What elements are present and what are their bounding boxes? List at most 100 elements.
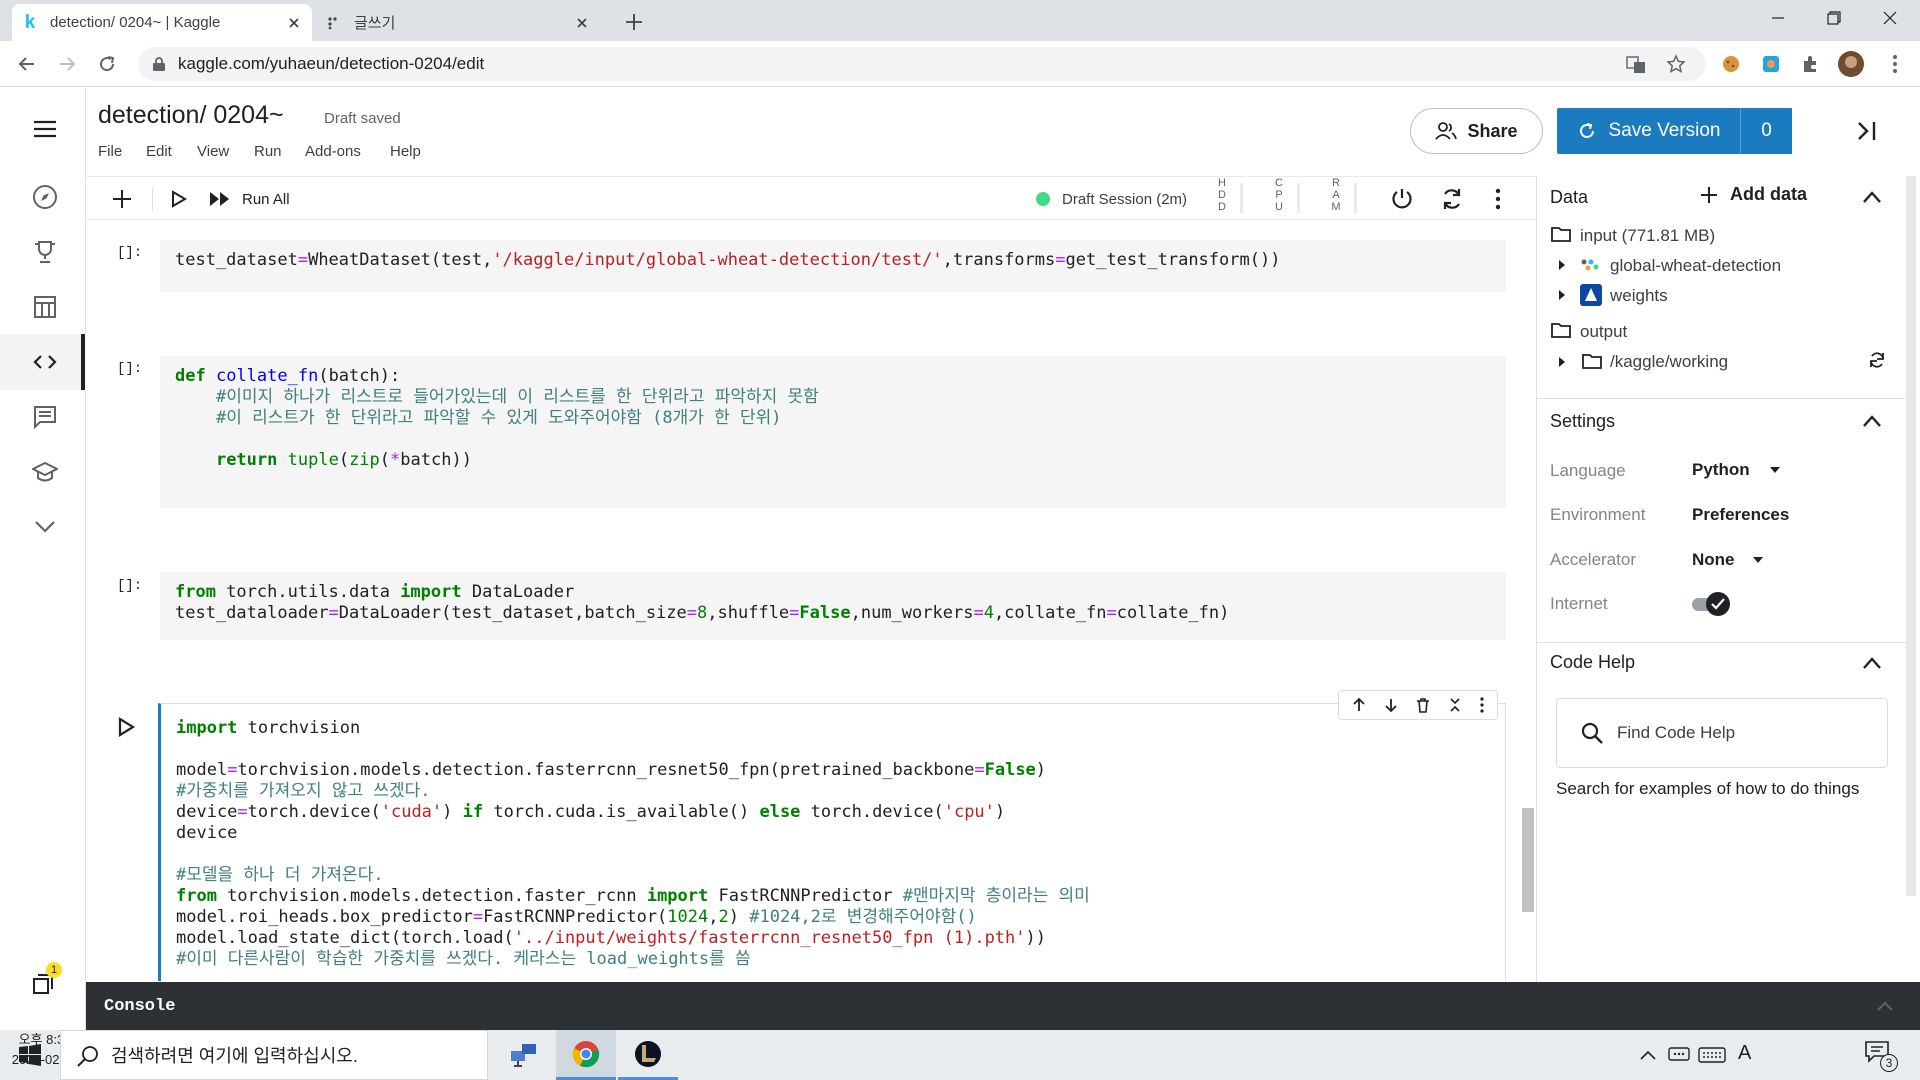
restart-button[interactable] xyxy=(1438,185,1466,213)
hdd-meter-label: H D D xyxy=(1218,177,1226,213)
run-active-cell-button[interactable] xyxy=(116,716,140,740)
internet-toggle[interactable] xyxy=(1692,592,1732,616)
refresh-icon[interactable] xyxy=(1868,351,1886,369)
active-code-cell[interactable]: import torchvision model=torchvision.mod… xyxy=(158,703,1506,981)
close-tab-icon[interactable] xyxy=(574,15,590,31)
input-folder-label[interactable]: input (771.81 MB) xyxy=(1580,226,1715,246)
window-close-button[interactable] xyxy=(1862,0,1918,36)
move-up-icon[interactable] xyxy=(1351,697,1367,713)
discussion-icon[interactable] xyxy=(28,400,62,434)
more-vertical-icon[interactable] xyxy=(1479,697,1485,713)
language-select[interactable]: Python xyxy=(1692,460,1780,480)
run-all-button[interactable]: Run All xyxy=(208,185,328,213)
notebook-scrollbar-thumb[interactable] xyxy=(1522,808,1534,912)
menu-help[interactable]: Help xyxy=(390,143,421,160)
chevron-up-icon[interactable] xyxy=(1862,414,1882,428)
minimize-button[interactable] xyxy=(1750,0,1806,36)
action-center-button[interactable]: 3 xyxy=(1864,1040,1900,1072)
cookie-extension-icon[interactable] xyxy=(1718,51,1744,77)
menu-edit[interactable]: Edit xyxy=(146,143,172,160)
chevron-down-icon[interactable] xyxy=(28,510,62,544)
compass-icon[interactable] xyxy=(28,180,62,214)
new-tab-button[interactable] xyxy=(620,8,648,36)
code-cell[interactable]: test_dataset=WheatDataset(test,'/kaggle/… xyxy=(160,240,1506,292)
panel-scrollbar[interactable] xyxy=(1906,176,1916,896)
notifications-icon[interactable]: 1 xyxy=(28,962,62,1002)
version-count-button[interactable]: 0 xyxy=(1740,108,1792,154)
find-code-help-input[interactable]: Find Code Help xyxy=(1556,698,1888,768)
taskbar-search-box[interactable]: 검색하려면 여기에 입력하십시오. xyxy=(60,1030,488,1080)
folder-icon xyxy=(1582,354,1602,369)
chevron-up-icon[interactable] xyxy=(1862,190,1882,204)
learn-cap-icon[interactable] xyxy=(28,455,62,489)
chevron-up-icon[interactable] xyxy=(1640,1050,1656,1060)
add-data-label: Add data xyxy=(1730,184,1808,204)
reload-button[interactable] xyxy=(94,51,120,77)
codehelp-hint: Search for examples of how to do things xyxy=(1556,779,1860,798)
menu-file[interactable]: File xyxy=(98,143,122,160)
menu-view[interactable]: View xyxy=(197,143,229,160)
accelerator-value: None xyxy=(1692,550,1735,569)
taskbar-app-network[interactable] xyxy=(494,1030,554,1080)
caret-right-icon[interactable] xyxy=(1558,289,1566,301)
add-cell-button[interactable] xyxy=(108,185,136,213)
back-button[interactable] xyxy=(14,51,40,77)
power-button[interactable] xyxy=(1388,185,1416,213)
browser-tab-kaggle[interactable]: k detection/ 0204~ | Kaggle xyxy=(12,4,312,41)
hamburger-menu-icon[interactable] xyxy=(28,112,62,146)
screen-extension-icon[interactable] xyxy=(1758,51,1784,77)
browser-tab-writing[interactable]: 글쓰기 xyxy=(316,4,600,41)
add-data-button[interactable]: Add data xyxy=(1700,184,1807,205)
console-bar[interactable]: Console xyxy=(86,982,1920,1030)
move-down-icon[interactable] xyxy=(1383,697,1399,713)
star-icon[interactable] xyxy=(1666,54,1686,74)
browser-menu-button[interactable] xyxy=(1882,51,1908,77)
caret-right-icon[interactable] xyxy=(1558,356,1566,368)
code-icon[interactable] xyxy=(28,345,62,379)
profile-avatar[interactable] xyxy=(1838,51,1864,77)
restore-button[interactable] xyxy=(1806,0,1862,36)
share-button[interactable]: Share xyxy=(1410,108,1543,154)
session-status[interactable]: Draft Session (2m) xyxy=(1036,185,1226,213)
menu-addons[interactable]: Add-ons xyxy=(305,143,361,160)
code-cell[interactable]: def collate_fn(batch): #이미지 하나가 리스트로 들어가… xyxy=(160,356,1506,508)
taskbar-app-league[interactable] xyxy=(618,1030,678,1080)
address-bar[interactable]: kaggle.com/yuhaeun/detection-0204/edit xyxy=(138,47,1706,81)
cpu-meter-bar xyxy=(1297,183,1300,213)
notebook-title[interactable]: detection/ 0204~ xyxy=(98,101,284,130)
ime-indicator[interactable]: A xyxy=(1738,1042,1751,1065)
windows-logo-icon xyxy=(19,1044,41,1066)
caret-right-icon[interactable] xyxy=(1558,259,1566,271)
collapse-panel-button[interactable] xyxy=(1852,116,1882,146)
output-folder-label[interactable]: output xyxy=(1580,322,1627,342)
keyboard-icon[interactable] xyxy=(1698,1046,1726,1064)
taskbar-app-chrome[interactable] xyxy=(556,1030,616,1080)
table-icon[interactable] xyxy=(28,290,62,324)
menu-run[interactable]: Run xyxy=(254,143,282,160)
more-options-button[interactable] xyxy=(1488,185,1508,213)
save-version-button[interactable]: Save Version xyxy=(1557,108,1740,154)
start-button[interactable] xyxy=(0,1030,60,1080)
extensions-puzzle-icon[interactable] xyxy=(1798,51,1824,77)
close-tab-icon[interactable] xyxy=(286,15,302,31)
accelerator-select[interactable]: None xyxy=(1692,550,1763,570)
chat-tray-icon[interactable] xyxy=(1668,1046,1690,1064)
delete-icon[interactable] xyxy=(1415,697,1431,713)
code-cell[interactable]: from torch.utils.data import DataLoader … xyxy=(160,572,1506,640)
chevron-up-icon[interactable] xyxy=(1862,656,1882,670)
environment-preferences-link[interactable]: Preferences xyxy=(1692,505,1789,525)
folder-icon xyxy=(1551,227,1571,242)
collapse-cell-icon[interactable] xyxy=(1447,697,1463,713)
chevron-up-icon[interactable] xyxy=(1876,1000,1894,1012)
power-icon xyxy=(1392,189,1412,209)
input-item-global-wheat-detection[interactable]: global-wheat-detection xyxy=(1610,256,1781,276)
trophy-icon[interactable] xyxy=(28,235,62,269)
run-cell-button[interactable] xyxy=(166,185,192,213)
browser-toolbar: kaggle.com/yuhaeun/detection-0204/edit xyxy=(0,41,1920,87)
translate-icon[interactable] xyxy=(1626,55,1646,75)
setting-label-environment: Environment xyxy=(1550,505,1646,524)
output-item-working[interactable]: /kaggle/working xyxy=(1610,352,1728,372)
fast-forward-icon xyxy=(210,192,229,206)
input-item-weights[interactable]: weights xyxy=(1610,286,1668,306)
forward-button[interactable] xyxy=(54,51,80,77)
